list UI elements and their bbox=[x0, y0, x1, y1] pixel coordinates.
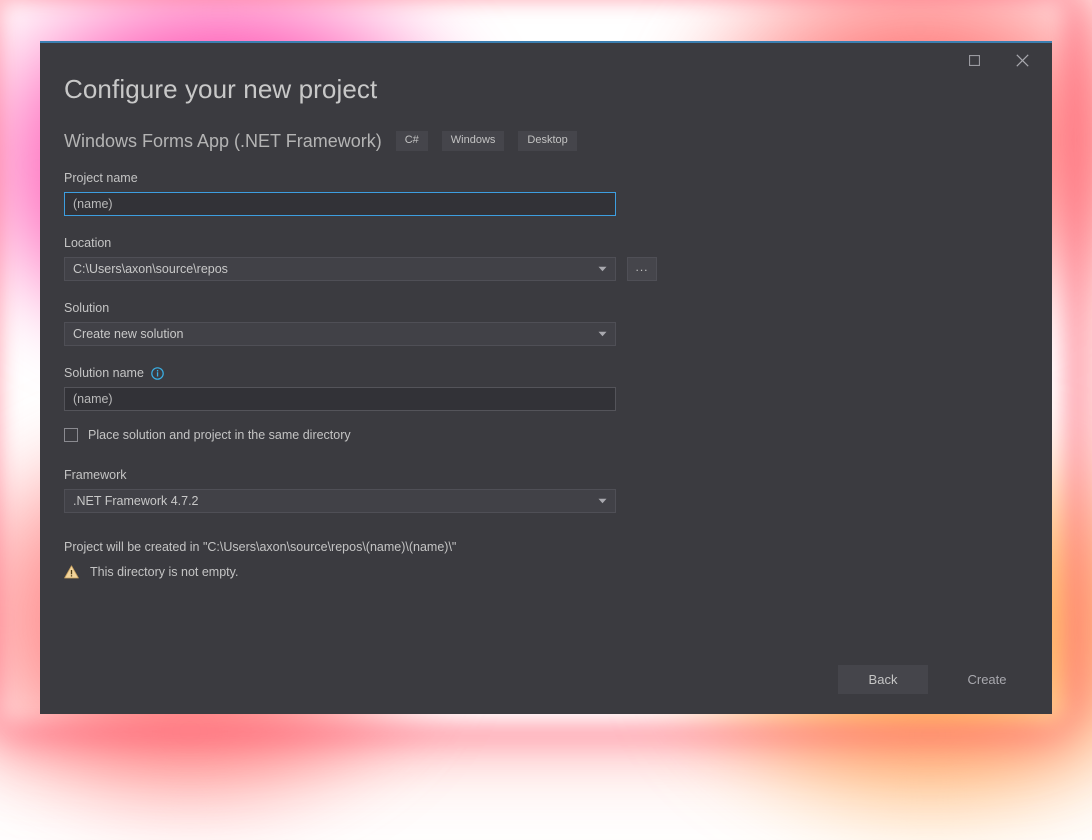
place-solution-same-directory-row[interactable]: Place solution and project in the same d… bbox=[64, 428, 664, 442]
info-icon[interactable] bbox=[151, 367, 164, 380]
chevron-down-icon bbox=[598, 266, 607, 272]
close-icon bbox=[1015, 53, 1029, 67]
solution-combobox[interactable]: Create new solution bbox=[64, 322, 616, 346]
solution-value: Create new solution bbox=[73, 327, 184, 341]
chevron-down-icon bbox=[598, 331, 607, 337]
maximize-button[interactable] bbox=[954, 46, 994, 74]
place-solution-same-directory-checkbox[interactable] bbox=[64, 428, 78, 442]
solution-name-value: (name) bbox=[73, 392, 113, 406]
framework-combobox[interactable]: .NET Framework 4.7.2 bbox=[64, 489, 616, 513]
solution-name-label-text: Solution name bbox=[64, 366, 144, 380]
configure-project-dialog: Configure your new project Windows Forms… bbox=[40, 41, 1052, 714]
dialog-footer: Back Create bbox=[838, 665, 1032, 694]
solution-label: Solution bbox=[64, 301, 110, 315]
location-label: Location bbox=[64, 236, 112, 250]
created-path-text: Project will be created in "C:\Users\axo… bbox=[64, 540, 457, 554]
solution-name-input[interactable]: (name) bbox=[64, 387, 616, 411]
template-summary: Windows Forms App (.NET Framework) C# Wi… bbox=[64, 128, 577, 154]
project-name-value: (name) bbox=[73, 197, 113, 211]
page-title: Configure your new project bbox=[64, 74, 378, 104]
place-solution-same-directory-label: Place solution and project in the same d… bbox=[88, 428, 351, 442]
back-button[interactable]: Back bbox=[838, 665, 928, 694]
browse-location-button[interactable]: ... bbox=[627, 257, 657, 281]
location-value: C:\Users\axon\source\repos bbox=[73, 262, 228, 276]
maximize-icon bbox=[968, 54, 980, 66]
location-combobox[interactable]: C:\Users\axon\source\repos bbox=[64, 257, 616, 281]
tag-language: C# bbox=[395, 131, 428, 151]
chevron-down-icon bbox=[598, 498, 607, 504]
template-name: Windows Forms App (.NET Framework) bbox=[64, 130, 382, 151]
tag-project-type: Desktop bbox=[518, 131, 577, 151]
framework-value: .NET Framework 4.7.2 bbox=[73, 494, 199, 508]
framework-label: Framework bbox=[64, 468, 127, 482]
close-button[interactable] bbox=[1002, 46, 1042, 74]
solution-name-label: Solution name bbox=[64, 366, 664, 381]
warning-triangle-icon bbox=[64, 565, 79, 579]
warning-text: This directory is not empty. bbox=[90, 565, 239, 579]
project-name-label: Project name bbox=[64, 171, 138, 185]
create-button[interactable]: Create bbox=[942, 665, 1032, 694]
tag-platform: Windows bbox=[441, 131, 505, 151]
project-form: Project name (name) Location C:\Users\ax… bbox=[64, 171, 664, 579]
location-row: C:\Users\axon\source\repos ... bbox=[64, 257, 664, 281]
project-name-input[interactable]: (name) bbox=[64, 192, 616, 216]
warning-row: This directory is not empty. bbox=[64, 565, 664, 579]
